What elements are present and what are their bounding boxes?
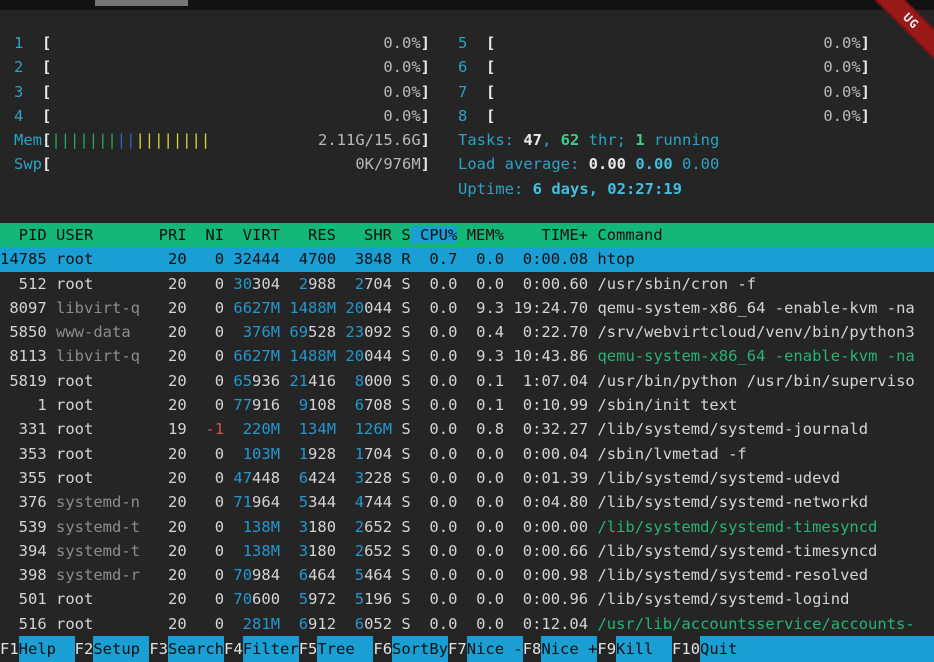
column-header-s[interactable]: S [392, 226, 411, 244]
load-average-line: Load average: 0.00 0.00 0.00 [458, 152, 870, 176]
cpu-meter-5: 5 [0.0%] [458, 31, 870, 55]
fn-key-f10[interactable]: F10Quit [672, 636, 756, 662]
cpu-meter-6: 6 [0.0%] [458, 55, 870, 79]
fn-key-f7[interactable]: F7Nice - [448, 636, 523, 662]
cpu-meters-right: 5 [0.0%]6 [0.0%]7 [0.0%]8 [0.0%]Tasks: 4… [458, 31, 870, 201]
cpu-meter-8: 8 [0.0%] [458, 104, 870, 128]
fn-key-f2[interactable]: F2Setup [75, 636, 150, 662]
column-header-pid[interactable]: PID [0, 226, 47, 244]
process-row[interactable]: 394 systemd-t 20 0 138M 3180 2652 S 0.0 … [0, 539, 934, 563]
column-header-shr[interactable]: SHR [336, 226, 392, 244]
htop-screen: UG 1 [0.0%]2 [0.0%]3 [0.0%]4 [0.0%]Mem[|… [0, 0, 934, 662]
column-header-ni[interactable]: NI [187, 226, 224, 244]
process-row[interactable]: 5819 root 20 0 65936 21416 8000 S 0.0 0.… [0, 369, 934, 393]
process-row[interactable]: 8097 libvirt-q 20 0 6627M 1488M 20044 S … [0, 296, 934, 320]
process-row[interactable]: 8113 libvirt-q 20 0 6627M 1488M 20044 S … [0, 344, 934, 368]
cpu-meter-3: 3 [0.0%] [14, 80, 430, 104]
fn-key-f6[interactable]: F6SortBy [373, 636, 448, 662]
cpu-meter-7: 7 [0.0%] [458, 80, 870, 104]
fn-key-f9[interactable]: F9Kill [597, 636, 672, 662]
cpu-meters-left: 1 [0.0%]2 [0.0%]3 [0.0%]4 [0.0%]Mem[||||… [14, 31, 430, 177]
column-header-cmd[interactable]: Command [597, 226, 933, 244]
fn-key-f4[interactable]: F4Filter [224, 636, 299, 662]
column-header-res[interactable]: RES [280, 226, 336, 244]
memory-meter: Mem[|||||||||||||||||2.11G/15.6G] [14, 128, 430, 152]
process-row[interactable]: 376 systemd-n 20 0 71964 5344 4744 S 0.0… [0, 490, 934, 514]
top-tab-sliver[interactable] [95, 0, 188, 6]
process-row[interactable]: 1 root 20 0 77916 9108 6708 S 0.0 0.1 0:… [0, 393, 934, 417]
fn-key-f3[interactable]: F3Search [149, 636, 224, 662]
terminal: 1 [0.0%]2 [0.0%]3 [0.0%]4 [0.0%]Mem[||||… [0, 10, 934, 662]
process-row[interactable]: 501 root 20 0 70600 5972 5196 S 0.0 0.0 … [0, 587, 934, 611]
cpu-meter-1: 1 [0.0%] [14, 31, 430, 55]
column-header-user[interactable]: USER [56, 226, 140, 244]
top-strip [0, 0, 934, 10]
column-header-mem[interactable]: MEM% [457, 226, 504, 244]
process-row[interactable]: 398 systemd-r 20 0 70984 6464 5464 S 0.0… [0, 563, 934, 587]
process-row[interactable]: 355 root 20 0 47448 6424 3228 S 0.0 0.0 … [0, 466, 934, 490]
column-header-pri[interactable]: PRI [140, 226, 187, 244]
cpu-meter-2: 2 [0.0%] [14, 55, 430, 79]
table-header-row: PID USER PRI NI VIRT RES SHR S CPU% MEM%… [0, 223, 934, 247]
process-row[interactable]: 353 root 20 0 103M 1928 1704 S 0.0 0.0 0… [0, 442, 934, 466]
fn-key-f8[interactable]: F8Nice + [523, 636, 598, 662]
process-row[interactable]: 5850 www-data 20 0 376M 69528 23092 S 0.… [0, 320, 934, 344]
process-table: PID USER PRI NI VIRT RES SHR S CPU% MEM%… [0, 223, 934, 636]
fn-key-f1[interactable]: F1Help [0, 636, 75, 662]
cpu-meter-4: 4 [0.0%] [14, 104, 430, 128]
process-row[interactable]: 14785 root 20 0 32444 4700 3848 R 0.7 0.… [0, 247, 934, 271]
process-row[interactable]: 539 systemd-t 20 0 138M 3180 2652 S 0.0 … [0, 515, 934, 539]
fn-key-f5[interactable]: F5Tree [299, 636, 374, 662]
fn-bar-fill [756, 636, 934, 662]
column-header-cpu[interactable]: CPU% [411, 226, 458, 244]
uptime-line: Uptime: 6 days, 02:27:19 [458, 177, 870, 201]
column-header-time[interactable]: TIME+ [504, 226, 588, 244]
process-row[interactable]: 516 root 20 0 281M 6912 6052 S 0.0 0.0 0… [0, 612, 934, 636]
tasks-line: Tasks: 47, 62 thr; 1 running [458, 128, 870, 152]
process-row[interactable]: 331 root 19 -1 220M 134M 126M S 0.0 0.8 … [0, 417, 934, 441]
function-key-bar: F1Help F2Setup F3SearchF4FilterF5Tree F6… [0, 636, 934, 662]
column-header-virt[interactable]: VIRT [224, 226, 280, 244]
process-row[interactable]: 512 root 20 0 30304 2988 2704 S 0.0 0.0 … [0, 272, 934, 296]
swap-meter: Swp[0K/976M] [14, 152, 430, 176]
